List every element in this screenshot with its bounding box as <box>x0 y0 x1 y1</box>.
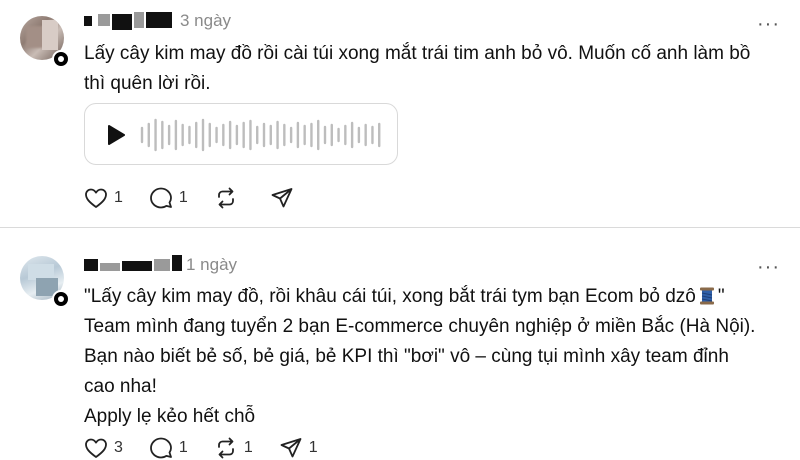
post-text-line: Team mình đang tuyển 2 bạn E-commerce ch… <box>84 316 756 337</box>
reply-count: 1 <box>178 439 188 456</box>
post-actions: 3 1 1 1 <box>84 436 344 460</box>
reply-button[interactable]: 1 <box>149 186 188 210</box>
more-options-button[interactable]: ··· <box>757 14 780 34</box>
play-icon[interactable] <box>107 125 125 145</box>
post-text-line: cao nha! <box>84 376 157 397</box>
repost-button[interactable]: 1 <box>214 436 253 460</box>
like-count: 3 <box>114 439 123 456</box>
follow-badge-icon[interactable] <box>52 290 70 308</box>
post-1: 3 ngày ··· Lấy cây kim may đồ rồi cài tú… <box>0 0 800 228</box>
post-text: Lấy cây kim may đồ rồi cài túi xong mắt … <box>84 39 750 99</box>
reply-button[interactable]: 1 <box>149 436 188 460</box>
share-button[interactable]: 1 <box>279 436 318 460</box>
repost-icon <box>217 437 234 459</box>
heart-icon <box>85 188 107 208</box>
more-options-button[interactable]: ··· <box>757 257 780 277</box>
heart-icon <box>85 438 107 458</box>
comment-icon <box>150 187 172 209</box>
avatar-1[interactable] <box>20 16 70 68</box>
reply-count: 1 <box>178 189 188 206</box>
post-text-line: Bạn nào biết bẻ số, bẻ giá, bẻ KPI thì "… <box>84 346 729 367</box>
like-button[interactable]: 1 <box>84 187 123 209</box>
post-text-line-end: " <box>717 286 725 307</box>
post-text-line: thì quên lời rồi. <box>84 73 211 94</box>
share-count: 1 <box>308 439 318 456</box>
post-text-line: Apply lẹ kẻo hết chỗ <box>84 406 256 427</box>
like-button[interactable]: 3 <box>84 437 123 459</box>
repost-button[interactable] <box>214 186 244 210</box>
thread-spool-emoji <box>699 287 714 305</box>
username-redacted[interactable] <box>84 255 184 271</box>
username-redacted[interactable] <box>84 12 176 30</box>
post-2: 1 ngày ··· "Lấy cây kim may đồ, rồi khâu… <box>0 228 800 460</box>
post-time: 1 ngày <box>186 255 238 274</box>
follow-badge-icon[interactable] <box>52 50 70 68</box>
post-time: 3 ngày <box>180 11 232 30</box>
send-icon <box>271 188 293 208</box>
post-text-line: "Lấy cây kim may đồ, rồi khâu cái túi, x… <box>84 286 696 307</box>
send-icon <box>280 438 302 458</box>
waveform[interactable] <box>139 118 383 152</box>
comment-icon <box>150 437 172 459</box>
post-text: "Lấy cây kim may đồ, rồi khâu cái túi, x… <box>84 282 755 432</box>
audio-player[interactable] <box>84 103 398 165</box>
repost-icon <box>217 187 234 209</box>
post-actions: 1 1 <box>84 186 326 210</box>
like-count: 1 <box>114 189 123 206</box>
avatar-2[interactable] <box>20 256 70 308</box>
share-button[interactable] <box>270 186 300 210</box>
post-text-line: Lấy cây kim may đồ rồi cài túi xong mắt … <box>84 43 751 64</box>
repost-count: 1 <box>243 439 253 456</box>
